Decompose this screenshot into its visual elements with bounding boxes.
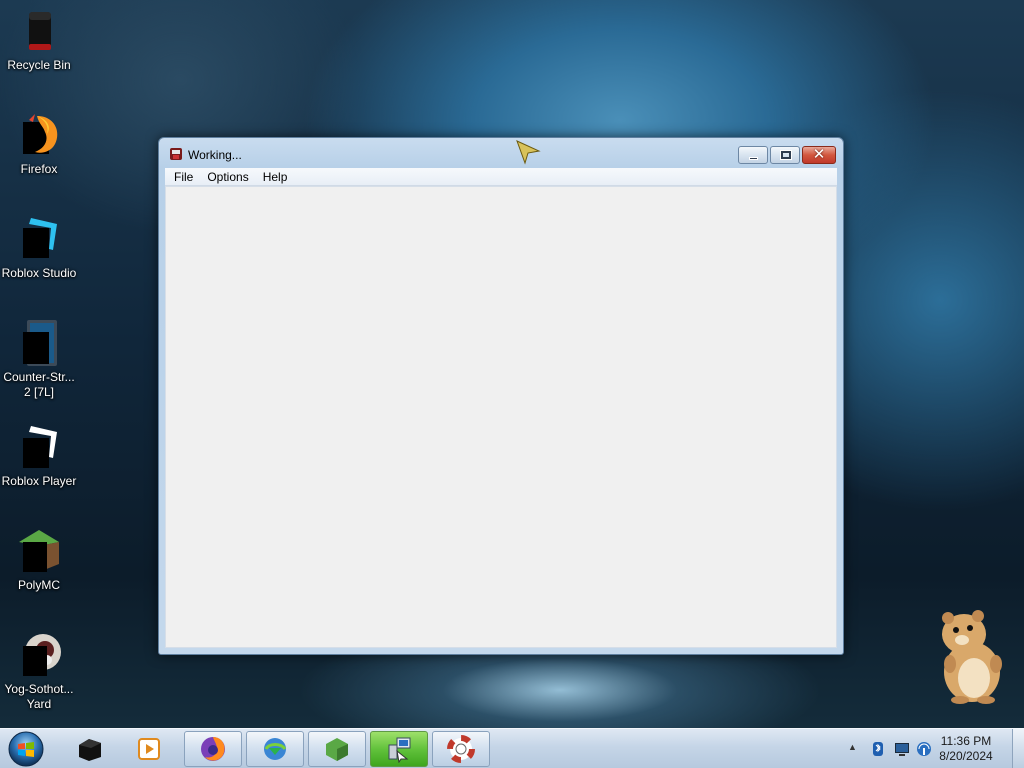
desktop-icon-label: Roblox Studio [1, 266, 77, 280]
counter-strike-icon [15, 318, 63, 366]
mouse-cursor-icon [515, 139, 541, 165]
hamster-desktop-pet-icon [926, 606, 1010, 706]
roblox-studio-icon [15, 214, 63, 262]
app-window-icon [169, 147, 183, 161]
desktop-icon-label: Roblox Player [1, 474, 77, 488]
app-window[interactable]: Working... ✕ File Options Help [158, 137, 844, 655]
taskbar-button-polymc[interactable] [308, 731, 366, 767]
desktop-icon-label: Yog-Sothot... Yard [4, 682, 74, 711]
menu-bar: File Options Help [165, 168, 837, 186]
polymc-icon [15, 526, 63, 574]
taskbar-button-media-player[interactable] [120, 731, 178, 767]
desktop-icon-roblox-player[interactable]: Roblox Player [0, 422, 78, 489]
close-button[interactable]: ✕ [802, 145, 836, 164]
black-box-app-icon [79, 739, 101, 761]
download-manager-icon [264, 738, 287, 760]
desktop-icon-label: PolyMC [17, 578, 60, 592]
show-hidden-icons-arrow[interactable]: ▲ [848, 742, 857, 752]
taskbar-button-download-manager[interactable] [246, 731, 304, 767]
maximize-icon [781, 151, 791, 159]
maximize-button[interactable] [770, 146, 800, 164]
desktop-icon-yog-sothoth[interactable]: Yog-Sothot... Yard [0, 630, 78, 712]
taskbar-button-network-computer[interactable] [370, 731, 428, 767]
taskbar: ▲ 11:36 PM 8/20/2024 [0, 728, 1024, 768]
desktop-icon-firefox[interactable]: Firefox [0, 110, 78, 177]
minimize-icon [749, 157, 758, 160]
yog-sothoth-icon [15, 630, 63, 678]
roblox-player-icon [15, 422, 63, 470]
close-icon: ✕ [812, 145, 826, 163]
firefox-icon [15, 110, 63, 158]
menu-options[interactable]: Options [200, 168, 255, 186]
polymc-icon [326, 738, 348, 761]
start-button[interactable] [4, 730, 48, 768]
windows-start-icon [8, 731, 44, 767]
desktop-icon-label: Firefox [20, 162, 58, 176]
taskbar-button-lifebuoy[interactable] [432, 731, 490, 767]
lifebuoy-icon [447, 735, 475, 763]
clock[interactable]: 11:36 PM 8/20/2024 [934, 734, 998, 764]
desktop-icon-label: Counter-Str... 2 [7L] [3, 370, 75, 399]
minimize-button[interactable] [738, 146, 768, 164]
recycle-bin-icon [15, 6, 63, 54]
desktop-icon-recycle-bin[interactable]: Recycle Bin [0, 6, 78, 73]
show-desktop-button[interactable] [1012, 729, 1024, 768]
media-player-icon [138, 738, 160, 760]
clock-time: 11:36 PM [940, 734, 992, 748]
taskbar-button-black-box[interactable] [60, 731, 118, 767]
monitor-icon[interactable] [894, 741, 910, 757]
menu-file[interactable]: File [167, 168, 200, 186]
desktop-icon-counter-strike[interactable]: Counter-Str... 2 [7L] [0, 318, 78, 400]
firefox-icon [201, 737, 225, 761]
menu-help[interactable]: Help [256, 168, 295, 186]
window-title: Working... [188, 148, 242, 162]
network-icon[interactable] [916, 741, 932, 757]
clock-date: 8/20/2024 [939, 749, 993, 763]
bluetooth-icon[interactable] [870, 741, 886, 757]
taskbar-button-firefox[interactable] [184, 731, 242, 767]
desktop-icon-label: Recycle Bin [7, 58, 71, 72]
desktop-icon-polymc[interactable]: PolyMC [0, 526, 78, 593]
window-titlebar[interactable]: Working... ✕ [159, 138, 843, 168]
desktop-icon-roblox-studio[interactable]: Roblox Studio [0, 214, 78, 281]
window-client-area [165, 186, 837, 648]
network-computer-icon [388, 737, 411, 763]
